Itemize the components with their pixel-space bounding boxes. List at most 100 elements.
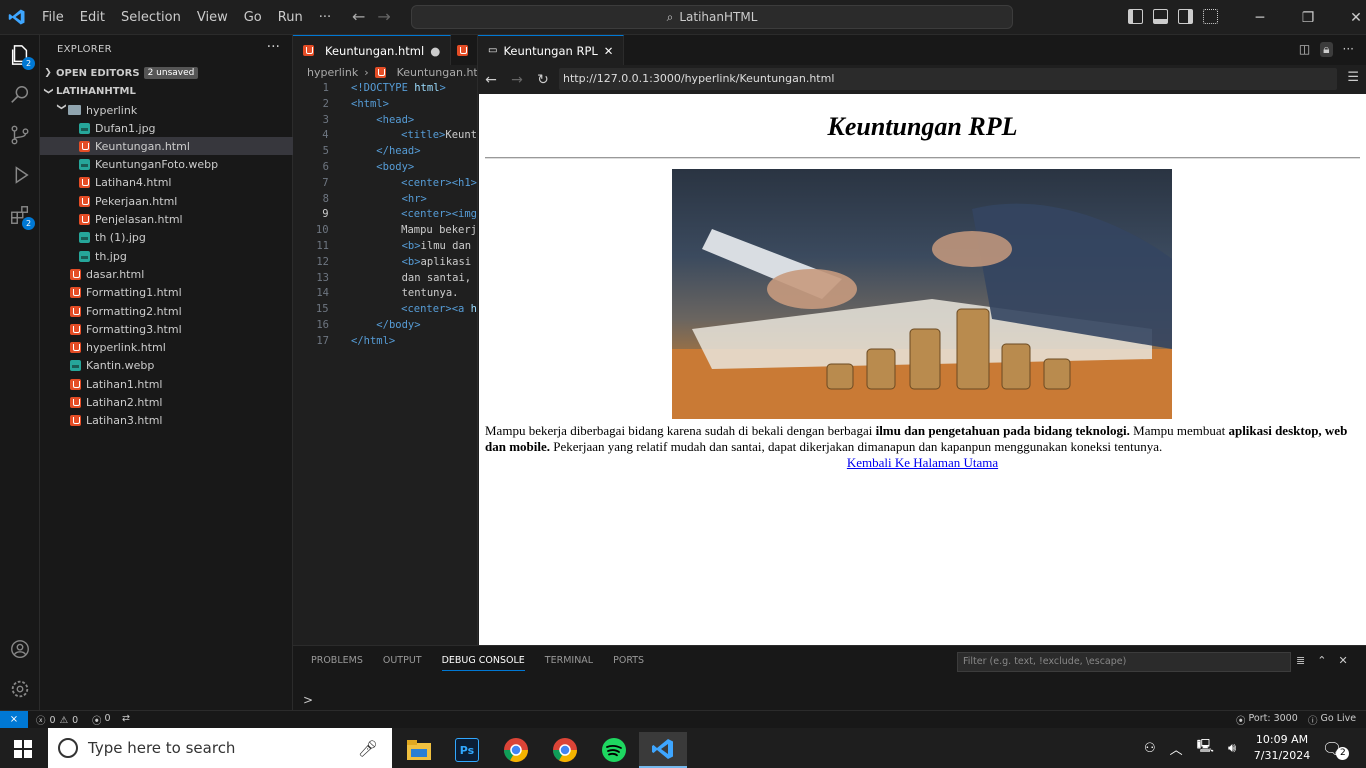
code-line[interactable]: 5 </head>: [293, 145, 477, 161]
menu-item-0[interactable]: File: [34, 10, 72, 25]
customize-layout-icon[interactable]: [1203, 9, 1218, 24]
toggle-sidebar-icon[interactable]: [1128, 9, 1143, 24]
url-input[interactable]: http://127.0.0.1:3000/hyperlink/Keuntung…: [559, 68, 1337, 90]
menu-item-1[interactable]: Edit: [72, 10, 113, 25]
maximize-panel-icon[interactable]: ⌃: [1317, 654, 1326, 667]
close-window-icon[interactable]: ✕: [1332, 0, 1366, 35]
chrome-taskbar-icon[interactable]: [541, 732, 589, 768]
microphone-icon[interactable]: 🎤︎: [358, 739, 378, 758]
live-share-icon[interactable]: ⇄: [122, 713, 130, 724]
menu-item-5[interactable]: Run: [270, 10, 311, 25]
debug-filter-input[interactable]: Filter (e.g. text, !exclude, \escape): [957, 652, 1291, 672]
menu-item-4[interactable]: Go: [236, 10, 270, 25]
code-line[interactable]: 17 </html>: [293, 335, 477, 351]
file-item[interactable]: Latihan1.html: [40, 375, 293, 393]
file-item[interactable]: Pekerjaan.html: [40, 192, 293, 210]
browser-forward-icon[interactable]: →: [504, 72, 530, 88]
code-line[interactable]: 13 dan santai,: [293, 272, 477, 288]
file-item[interactable]: th (1).jpg: [40, 229, 293, 247]
file-item[interactable]: Keuntungan.html: [40, 137, 293, 156]
file-item[interactable]: Penjelasan.html: [40, 211, 293, 229]
code-editor[interactable]: 1 <!DOCTYPE html> 2 <html> 3 <head> 4 <title>…: [293, 82, 477, 351]
code-line[interactable]: 12 <b>aplikasi: [293, 256, 477, 272]
file-item[interactable]: Formatting1.html: [40, 284, 293, 302]
volume-icon[interactable]: 🔊︎: [1228, 741, 1236, 756]
breadcrumb-folder[interactable]: hyperlink: [307, 66, 358, 79]
ports-status[interactable]: ⦿ 0: [92, 713, 111, 727]
menu-item-2[interactable]: Selection: [113, 10, 189, 25]
notification-center-icon[interactable]: 🗨︎ 2: [1322, 728, 1350, 768]
clear-console-icon[interactable]: ≣: [1296, 654, 1305, 667]
file-item[interactable]: Latihan2.html: [40, 394, 293, 412]
chrome-profile-taskbar-icon[interactable]: [492, 732, 540, 768]
go-live-button[interactable]: ⓘ Go Live: [1308, 713, 1356, 727]
file-explorer-taskbar-icon[interactable]: [395, 732, 443, 768]
browser-reload-icon[interactable]: ↻: [530, 72, 556, 88]
tab-keuntungan-html[interactable]: Keuntungan.html ●: [293, 35, 452, 65]
console-prompt-icon[interactable]: >: [303, 693, 313, 707]
open-editors-section[interactable]: ❯ OPEN EDITORS 2 unsaved: [40, 64, 293, 82]
file-item[interactable]: Dufan1.jpg: [40, 119, 293, 137]
search-icon[interactable]: [8, 83, 32, 107]
problems-status[interactable]: ⓧ 0 ⚠ 0: [36, 713, 78, 728]
file-item[interactable]: Formatting3.html: [40, 320, 293, 338]
browser-back-icon[interactable]: ←: [478, 72, 504, 88]
toggle-secondary-sidebar-icon[interactable]: [1178, 9, 1193, 24]
close-tab-icon[interactable]: ✕: [604, 44, 614, 58]
unsaved-dot-icon[interactable]: ●: [430, 44, 440, 58]
panel-tab-debug-console[interactable]: DEBUG CONSOLE: [441, 655, 525, 671]
file-item[interactable]: Latihan4.html: [40, 174, 293, 192]
code-line[interactable]: 14 tentunya.: [293, 287, 477, 303]
menu-item-6[interactable]: ···: [311, 10, 339, 25]
split-editor-icon[interactable]: ◫: [1299, 42, 1310, 57]
windows-start-icon[interactable]: [14, 740, 32, 761]
back-arrow-icon[interactable]: ←: [352, 7, 365, 26]
code-line[interactable]: 3 <head>: [293, 114, 477, 130]
code-line[interactable]: 6 <body>: [293, 161, 477, 177]
file-item[interactable]: hyperlink.html: [40, 339, 293, 357]
panel-tab-ports[interactable]: PORTS: [613, 655, 644, 671]
toggle-panel-icon[interactable]: [1153, 9, 1168, 24]
file-item[interactable]: Latihan3.html: [40, 412, 293, 430]
port-status[interactable]: ⦿ Port: 3000: [1236, 713, 1298, 727]
code-line[interactable]: 10 Mampu bekerj: [293, 224, 477, 240]
taskbar-search-box[interactable]: Type here to search 🎤︎: [48, 728, 392, 768]
more-actions-icon[interactable]: ···: [267, 39, 280, 55]
back-home-link[interactable]: Kembali Ke Halaman Utama: [479, 455, 1366, 471]
source-control-icon[interactable]: [8, 123, 32, 147]
settings-gear-icon[interactable]: [8, 677, 32, 701]
forward-arrow-icon[interactable]: →: [377, 7, 390, 26]
workspace-section[interactable]: ❯ LATIHANHTML: [40, 82, 293, 100]
code-line[interactable]: 15 <center><a h: [293, 303, 477, 319]
close-panel-icon[interactable]: ✕: [1338, 654, 1347, 667]
panel-tab-terminal[interactable]: TERMINAL: [545, 655, 593, 671]
lock-icon[interactable]: 🔒︎: [1320, 42, 1333, 57]
clock[interactable]: 10:09 AM 7/31/2024: [1252, 728, 1312, 768]
menu-item-3[interactable]: View: [189, 10, 236, 25]
minimize-icon[interactable]: ─: [1236, 0, 1284, 35]
file-item[interactable]: KeuntunganFoto.webp: [40, 156, 293, 174]
code-line[interactable]: 9 <center><img: [293, 208, 477, 224]
account-icon[interactable]: [8, 637, 32, 661]
code-line[interactable]: 7 <center><h1>: [293, 177, 477, 193]
panel-tab-output[interactable]: OUTPUT: [383, 655, 422, 671]
vscode-taskbar-icon[interactable]: [639, 732, 687, 768]
command-center[interactable]: ⌕ LatihanHTML: [411, 5, 1013, 29]
extensions-icon[interactable]: 2: [8, 203, 35, 230]
network-icon[interactable]: 🖳︎: [1197, 737, 1214, 759]
file-item[interactable]: Kantin.webp: [40, 357, 293, 375]
show-hidden-icons-chevron-up-icon[interactable]: ︿: [1170, 739, 1183, 758]
people-icon[interactable]: ⚇: [1144, 741, 1156, 756]
browser-menu-icon[interactable]: ☰: [1347, 70, 1359, 85]
remote-indicator-icon[interactable]: ⨯: [0, 711, 28, 729]
run-debug-icon[interactable]: [8, 163, 32, 187]
code-line[interactable]: 4 <title>Keunt: [293, 129, 477, 145]
code-line[interactable]: 11 <b>ilmu dan: [293, 240, 477, 256]
tab-keuntungan-rpl[interactable]: ▭ Keuntungan RPL ✕: [478, 35, 625, 65]
code-line[interactable]: 2 <html>: [293, 98, 477, 114]
spotify-taskbar-icon[interactable]: [590, 732, 638, 768]
file-item[interactable]: Formatting2.html: [40, 302, 293, 320]
more-actions-icon[interactable]: ···: [1343, 42, 1354, 57]
panel-tab-problems[interactable]: PROBLEMS: [311, 655, 363, 671]
folder-hyperlink[interactable]: ❯ hyperlink: [40, 101, 293, 119]
